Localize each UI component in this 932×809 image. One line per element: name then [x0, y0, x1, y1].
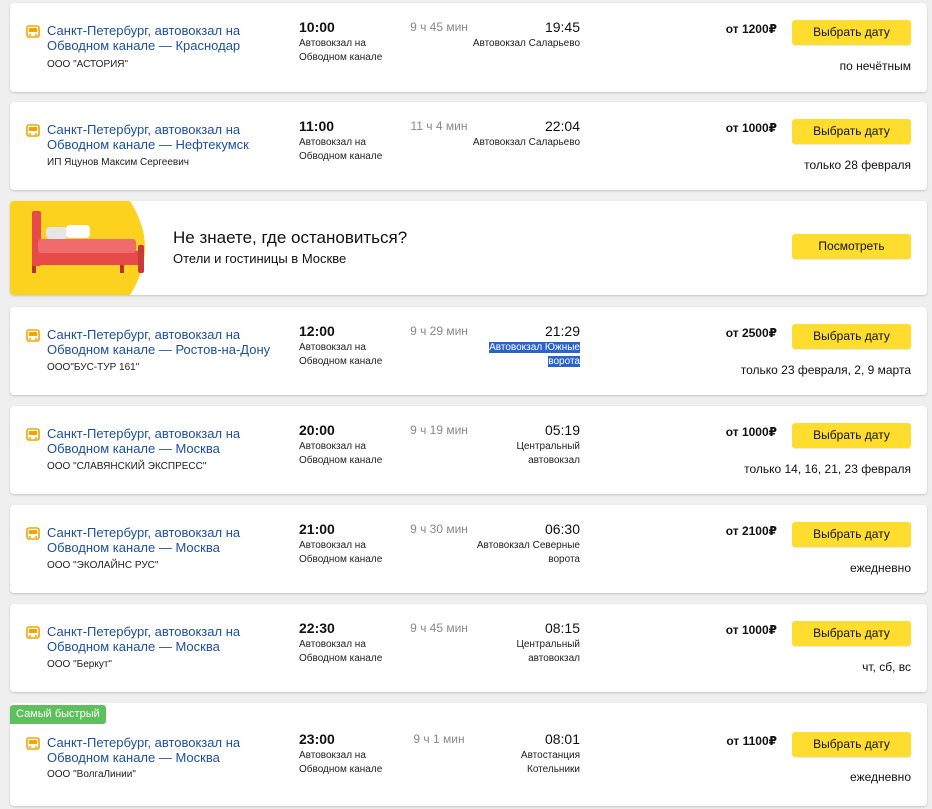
departure-time: 22:30: [299, 620, 335, 636]
arrival-time: 08:15: [544, 620, 580, 636]
departure-station: Автовокзал на Обводном канале: [299, 38, 383, 63]
promo-subtitle[interactable]: Отели и гостиницы в Москве: [173, 251, 346, 266]
carrier-name: ООО "ВолгаЛинии": [47, 769, 136, 780]
bus-icon: [26, 428, 40, 441]
arrival-time: 05:19: [544, 422, 580, 438]
schedule: только 14, 16, 21, 23 февраля: [744, 462, 911, 476]
bed-illustration: [10, 201, 160, 295]
schedule: только 28 февраля: [804, 158, 911, 172]
arrival-station: Центральный автовокзал: [516, 441, 580, 466]
trip-card: Санкт-Петербург, автовокзал на Обводном …: [10, 3, 927, 92]
departure-station: Автовокзал на Обводном канале: [299, 639, 383, 664]
carrier-name: ООО"БУС-ТУР 161": [47, 362, 140, 373]
trip-card: Санкт-Петербург, автовокзал на Обводном …: [10, 505, 927, 593]
arrival-station: Автостанция Котельники: [520, 750, 580, 775]
hotel-promo-card: Не знаете, где остановиться? Отели и гос…: [10, 201, 927, 295]
arrival-station: Автовокзал Саларьево: [472, 38, 580, 49]
route-link[interactable]: Санкт-Петербург, автовокзал на Обводном …: [47, 23, 292, 53]
schedule: ежедневно: [850, 561, 911, 575]
schedule: ежедневно: [850, 770, 911, 784]
price: от 1100₽: [726, 734, 777, 748]
arrival-station: Автовокзал Северные ворота: [476, 540, 580, 565]
schedule: только 23 февраля, 2, 9 марта: [740, 363, 911, 377]
select-date-button[interactable]: Выбрать дату: [792, 522, 911, 547]
select-date-button[interactable]: Выбрать дату: [792, 324, 911, 349]
selected-text: Автовокзал Южные ворота: [489, 342, 580, 367]
departure-station: Автовокзал на Обводном канале: [299, 540, 383, 565]
trip-duration: 11 ч 4 мин: [410, 119, 468, 133]
departure-time: 20:00: [299, 422, 335, 438]
select-date-button[interactable]: Выбрать дату: [792, 423, 911, 448]
trip-duration: 9 ч 45 мин: [410, 20, 468, 34]
fastest-badge: Самый быстрый: [10, 705, 106, 724]
route-link[interactable]: Санкт-Петербург, автовокзал на Обводном …: [47, 624, 292, 654]
select-date-button[interactable]: Выбрать дату: [792, 20, 911, 45]
price: от 2100₽: [725, 524, 777, 538]
carrier-name: ООО "СЛАВЯНСКИЙ ЭКСПРЕСС": [47, 461, 207, 472]
bus-icon: [26, 626, 40, 639]
route-link[interactable]: Санкт-Петербург, автовокзал на Обводном …: [47, 327, 292, 357]
route-link[interactable]: Санкт-Петербург, автовокзал на Обводном …: [47, 735, 292, 765]
arrival-time: 21:29: [544, 323, 580, 339]
trip-card: Санкт-Петербург, автовокзал на Обводном …: [10, 406, 927, 494]
select-date-button[interactable]: Выбрать дату: [792, 119, 911, 144]
departure-time: 21:00: [299, 521, 335, 537]
price: от 2500₽: [725, 326, 777, 340]
bus-icon: [26, 25, 40, 38]
arrival-time: 06:30: [544, 521, 580, 537]
arrival-time: 19:45: [544, 19, 580, 35]
trip-duration: 9 ч 19 мин: [410, 423, 468, 437]
departure-time: 10:00: [299, 19, 335, 35]
bus-icon: [26, 329, 40, 342]
departure-station: Автовокзал на Обводном канале: [299, 750, 383, 775]
departure-time: 23:00: [299, 731, 335, 747]
select-date-button[interactable]: Выбрать дату: [792, 732, 911, 757]
route-link[interactable]: Санкт-Петербург, автовокзал на Обводном …: [47, 426, 292, 456]
price: от 1000₽: [725, 121, 777, 135]
price: от 1200₽: [725, 22, 777, 36]
schedule: по нечётным: [839, 59, 911, 73]
arrival-station: Автовокзал Южные ворота: [485, 341, 580, 369]
price: от 1000₽: [725, 425, 777, 439]
departure-station: Автовокзал на Обводном канале: [299, 441, 383, 466]
arrival-station: Автовокзал Саларьево: [472, 137, 580, 148]
view-hotels-button[interactable]: Посмотреть: [792, 234, 911, 259]
bus-icon: [26, 527, 40, 540]
trip-card: Санкт-Петербург, автовокзал на Обводном …: [10, 102, 927, 190]
arrival-time: 22:04: [544, 118, 580, 134]
bus-icon: [26, 124, 40, 137]
trip-duration: 9 ч 29 мин: [410, 324, 468, 338]
carrier-name: ООО "ЭКОЛАЙНС РУС": [47, 560, 159, 571]
departure-station: Автовокзал на Обводном канале: [299, 137, 383, 162]
promo-title: Не знаете, где остановиться?: [173, 228, 408, 247]
trip-card: Санкт-Петербург, автовокзал на Обводном …: [10, 307, 927, 395]
schedule: чт, сб, вс: [862, 660, 911, 674]
carrier-name: ООО "АСТОРИЯ": [47, 59, 129, 70]
trip-duration: 9 ч 30 мин: [410, 522, 468, 536]
arrival-station: Центральный автовокзал: [516, 639, 580, 664]
trip-card: Санкт-Петербург, автовокзал на Обводном …: [10, 604, 927, 692]
trip-duration: 9 ч 1 мин: [413, 732, 465, 746]
departure-time: 12:00: [299, 323, 335, 339]
trip-card: Санкт-Петербург, автовокзал на Обводном …: [10, 703, 927, 806]
carrier-name: ИП Яцунов Максим Сергеевич: [47, 157, 190, 168]
bus-icon: [26, 737, 40, 750]
route-link[interactable]: Санкт-Петербург, автовокзал на Обводном …: [47, 122, 292, 152]
departure-time: 11:00: [299, 118, 335, 134]
trip-duration: 9 ч 45 мин: [410, 621, 468, 635]
route-link[interactable]: Санкт-Петербург, автовокзал на Обводном …: [47, 525, 292, 555]
select-date-button[interactable]: Выбрать дату: [792, 621, 911, 646]
arrival-time: 08:01: [544, 731, 580, 747]
price: от 1000₽: [725, 623, 777, 637]
departure-station: Автовокзал на Обводном канале: [299, 342, 383, 367]
carrier-name: ООО "Беркут": [47, 659, 112, 670]
